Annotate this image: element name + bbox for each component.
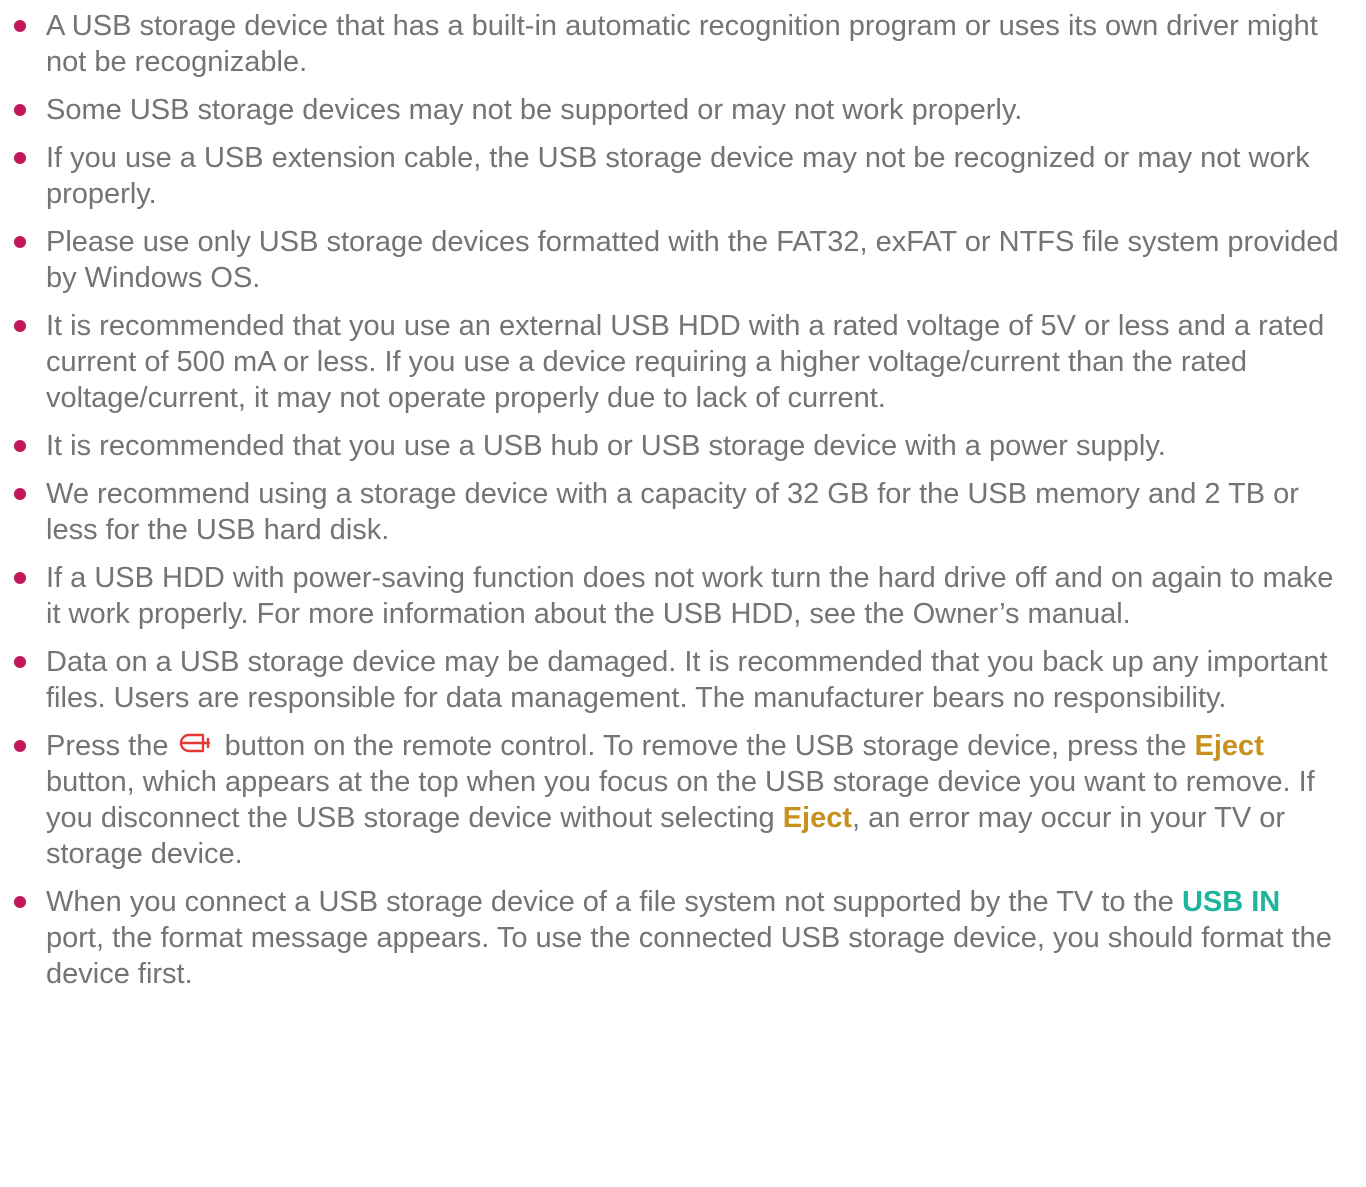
usb-notes-list: A USB storage device that has a built-in… bbox=[14, 8, 1346, 992]
bullet-icon bbox=[14, 740, 26, 752]
list-item: Press the button on the remote control. … bbox=[14, 728, 1346, 872]
bullet-icon bbox=[14, 896, 26, 908]
bullet-icon bbox=[14, 20, 26, 32]
note-text: Please use only USB storage devices form… bbox=[46, 226, 1339, 294]
note-text-part1: Press the bbox=[46, 730, 169, 762]
note-text-part1: When you connect a USB storage device of… bbox=[46, 886, 1174, 918]
list-item: A USB storage device that has a built-in… bbox=[14, 8, 1346, 80]
note-text: A USB storage device that has a built-in… bbox=[46, 10, 1318, 78]
list-item: If a USB HDD with power-saving function … bbox=[14, 560, 1346, 632]
document-page: A USB storage device that has a built-in… bbox=[0, 0, 1366, 992]
list-item: It is recommended that you use an extern… bbox=[14, 308, 1346, 416]
note-text: It is recommended that you use a USB hub… bbox=[46, 430, 1166, 462]
list-item: If you use a USB extension cable, the US… bbox=[14, 140, 1346, 212]
usb-in-keyword: USB IN bbox=[1181, 886, 1281, 918]
list-item: We recommend using a storage device with… bbox=[14, 476, 1346, 548]
bullet-icon bbox=[14, 152, 26, 164]
list-item: Some USB storage devices may not be supp… bbox=[14, 92, 1346, 128]
note-text: If a USB HDD with power-saving function … bbox=[46, 562, 1334, 630]
note-text: If you use a USB extension cable, the US… bbox=[46, 142, 1310, 210]
bullet-icon bbox=[14, 320, 26, 332]
note-text: We recommend using a storage device with… bbox=[46, 478, 1299, 546]
list-item: When you connect a USB storage device of… bbox=[14, 884, 1346, 992]
note-text-part2: port, the format message appears. To use… bbox=[46, 922, 1332, 990]
list-item: It is recommended that you use a USB hub… bbox=[14, 428, 1346, 464]
note-text-part2: button on the remote control. To remove … bbox=[224, 730, 1187, 762]
bullet-icon bbox=[14, 236, 26, 248]
note-text: Data on a USB storage device may be dama… bbox=[46, 646, 1328, 714]
bullet-icon bbox=[14, 440, 26, 452]
list-item: Data on a USB storage device may be dama… bbox=[14, 644, 1346, 716]
eject-keyword: Eject bbox=[782, 802, 853, 834]
bullet-icon bbox=[14, 572, 26, 584]
bullet-icon bbox=[14, 488, 26, 500]
bullet-icon bbox=[14, 104, 26, 116]
bullet-icon bbox=[14, 656, 26, 668]
input-source-icon bbox=[179, 731, 215, 759]
note-text: Some USB storage devices may not be supp… bbox=[46, 94, 1023, 126]
note-text: It is recommended that you use an extern… bbox=[46, 310, 1325, 414]
list-item: Please use only USB storage devices form… bbox=[14, 224, 1346, 296]
eject-keyword: Eject bbox=[1194, 730, 1264, 762]
